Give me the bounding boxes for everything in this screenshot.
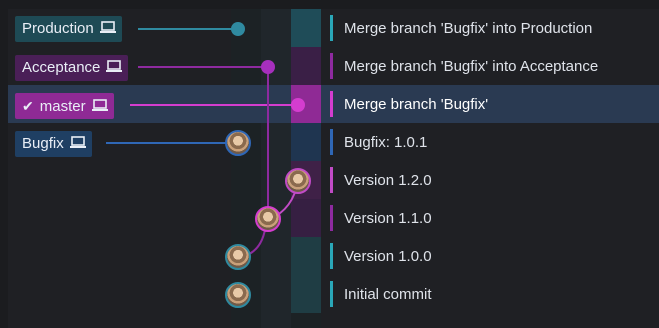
checkmark-icon: ✔ [22, 98, 34, 114]
author-avatar[interactable] [225, 244, 251, 270]
author-avatar[interactable] [225, 282, 251, 308]
laptop-icon [106, 55, 123, 81]
branch-tag-production[interactable]: Production [15, 16, 122, 42]
branch-label: Acceptance [22, 59, 101, 76]
author-avatar[interactable] [285, 168, 311, 194]
branch-label: Production [22, 20, 94, 37]
laptop-icon [99, 16, 116, 42]
commit-node[interactable] [231, 22, 245, 36]
commit-node[interactable] [291, 98, 305, 112]
author-avatar[interactable] [225, 130, 251, 156]
laptop-icon [69, 131, 86, 157]
branch-label: master [39, 98, 86, 115]
branch-tag-acceptance[interactable]: Acceptance [15, 55, 129, 81]
commit-graph-panel: Merge branch 'Bugfix' into Production Me… [8, 9, 659, 328]
branch-label: Bugfix [22, 135, 64, 152]
git-graph-window: Merge branch 'Bugfix' into Production Me… [0, 0, 659, 328]
branch-tag-bugfix[interactable]: Bugfix [15, 131, 92, 157]
branch-tag-master[interactable]: ✔ master [15, 93, 114, 119]
commit-node[interactable] [261, 60, 275, 74]
author-avatar[interactable] [255, 206, 281, 232]
laptop-icon [91, 94, 108, 120]
